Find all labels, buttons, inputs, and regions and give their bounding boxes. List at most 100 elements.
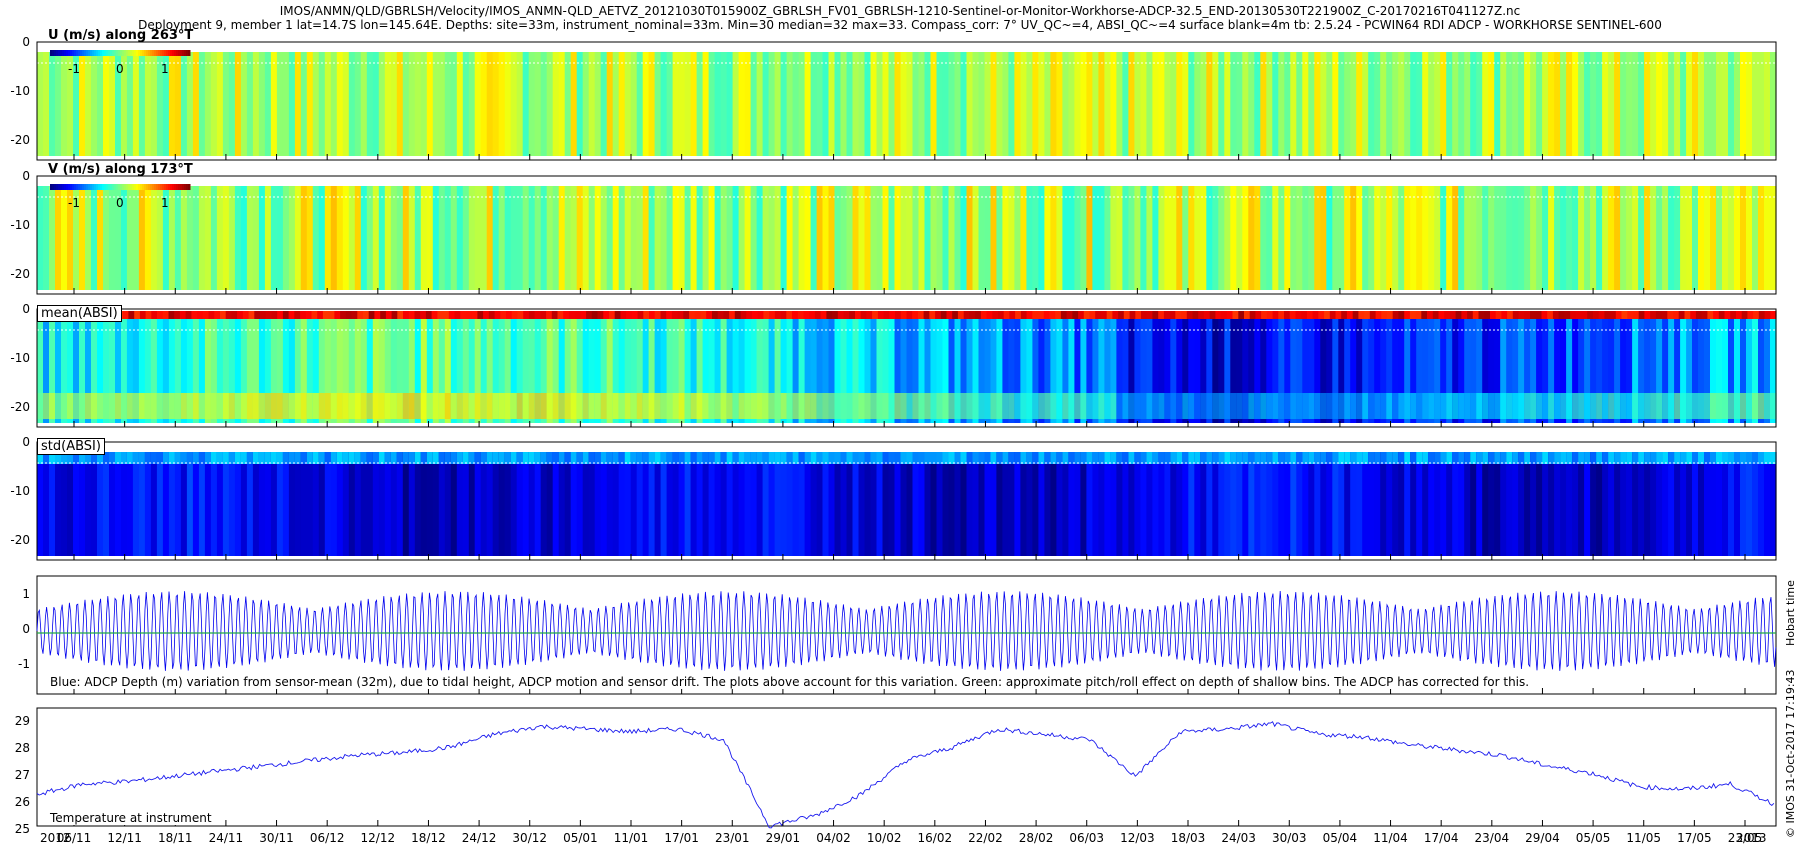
mean-surface-cell <box>786 311 793 319</box>
mean-deep-cell <box>810 393 818 419</box>
std-surface-cell <box>1290 452 1297 464</box>
mean-surface-cell <box>134 311 141 319</box>
u-heatmap-cell <box>876 52 884 156</box>
std-heatmap-cell <box>1392 452 1399 556</box>
u-heatmap-cell <box>1440 52 1447 156</box>
mean-surface-cell <box>1415 311 1422 319</box>
mean-surface-cell <box>729 311 736 319</box>
mean-deep-cell <box>336 393 344 419</box>
std-heatmap-cell <box>354 452 362 556</box>
v-heatmap-cell <box>960 186 968 290</box>
mean-surface-cell <box>1684 311 1691 319</box>
mean-deep-cell <box>486 393 494 419</box>
v-heatmap-cell <box>55 186 62 290</box>
mean-deep-cell <box>1242 393 1249 419</box>
std-heatmap-cell <box>204 452 212 556</box>
u-heatmap-cell <box>324 52 332 156</box>
v-heatmap-cell <box>1626 186 1633 290</box>
v-heatmap-cell <box>174 186 182 290</box>
v-heatmap-cell <box>708 186 716 290</box>
v-heatmap-cell <box>1344 186 1351 290</box>
mean-surface-cell <box>574 311 581 319</box>
mean-surface-cell <box>792 311 799 319</box>
mean-surface-cell <box>866 311 873 319</box>
std-heatmap-cell <box>672 452 680 556</box>
v-heatmap-cell <box>1602 186 1609 290</box>
std-surface-cell <box>1542 452 1549 464</box>
std-heatmap-cell <box>282 452 290 556</box>
mean-deep-cell <box>1218 393 1225 419</box>
std-heatmap-cell <box>1584 452 1591 556</box>
mean-deep-cell <box>1746 393 1753 419</box>
mean-heatmap <box>36 308 1777 428</box>
mean-surface-cell <box>1455 311 1462 319</box>
mean-deep-cell <box>672 393 680 419</box>
std-surface-cell <box>288 452 296 464</box>
std-heatmap-cell <box>276 452 284 556</box>
x-tick-label: 18/11 <box>157 831 193 845</box>
u-heatmap-cell <box>1752 52 1759 156</box>
mean-surface-cell <box>1736 311 1743 319</box>
mean-surface-cell <box>1547 311 1554 319</box>
mean-surface-cell <box>1381 311 1388 319</box>
std-surface-cell <box>1602 452 1609 464</box>
std-surface-cell <box>138 452 146 464</box>
v-heatmap-cell <box>1650 186 1657 290</box>
std-surface-cell <box>1098 452 1105 464</box>
std-heatmap-cell <box>762 452 770 556</box>
mean-surface-cell <box>1741 311 1748 319</box>
std-heatmap-cell <box>438 452 446 556</box>
u-heatmap-cell <box>1332 52 1339 156</box>
v-heatmap-cell <box>1350 186 1357 290</box>
v-heatmap-cell <box>780 186 788 290</box>
mean-deep-cell <box>894 393 902 419</box>
std-heatmap-cell <box>516 452 524 556</box>
v-heatmap-cell <box>300 186 308 290</box>
v-heatmap-cell <box>1068 186 1075 290</box>
u-heatmap-cell <box>1656 52 1663 156</box>
mean-surface-cell <box>1409 311 1417 319</box>
mean-surface-cell <box>1249 311 1256 319</box>
u-heatmap-cell <box>1512 52 1519 156</box>
u-heatmap-cell <box>852 52 860 156</box>
v-heatmap-cell <box>630 186 638 290</box>
std-heatmap-cell <box>960 452 968 556</box>
v-heatmap-cell <box>1260 186 1267 290</box>
std-surface-cell <box>534 452 542 464</box>
u-heatmap-cell <box>468 52 476 156</box>
mean-deep-cell <box>1062 393 1069 419</box>
v-heatmap-cell <box>1704 186 1711 290</box>
u-heatmap-cell <box>1068 52 1075 156</box>
u-heatmap-cell <box>600 52 608 156</box>
u-heatmap-cell <box>1224 52 1231 156</box>
std-heatmap-cell <box>1734 452 1741 556</box>
std-surface-cell <box>1488 452 1495 464</box>
std-heatmap-cell <box>402 452 410 556</box>
std-surface-cell <box>744 452 752 464</box>
mean-deep-cell <box>1584 393 1591 419</box>
std-heatmap-cell <box>1632 452 1639 556</box>
v-heatmap-cell <box>672 186 680 290</box>
mean-deep-cell <box>510 393 518 419</box>
std-surface-cell <box>972 452 980 464</box>
std-heatmap-cell <box>912 452 920 556</box>
std-heatmap-cell <box>990 452 998 556</box>
std-surface-cell <box>1062 452 1069 464</box>
std-heatmap-cell <box>1698 452 1705 556</box>
u-heatmap-cell <box>612 52 620 156</box>
v-heatmap-cell <box>1248 186 1255 290</box>
mean-surface-cell <box>637 311 644 319</box>
std-surface-cell <box>1506 452 1513 464</box>
std-heatmap-cell <box>49 452 56 556</box>
mean-deep-cell <box>1110 393 1117 419</box>
mean-deep-cell <box>1170 393 1177 419</box>
std-surface-cell <box>126 452 134 464</box>
v-heatmap-cell <box>810 186 818 290</box>
v-heatmap-cell <box>516 186 524 290</box>
u-heatmap-cell <box>954 52 962 156</box>
std-heatmap-cell <box>684 452 692 556</box>
mean-surface-cell <box>1518 311 1525 319</box>
std-surface-cell <box>1122 452 1129 464</box>
x-tick-label: 06/12 <box>309 831 345 845</box>
u-heatmap-cell <box>1344 52 1351 156</box>
